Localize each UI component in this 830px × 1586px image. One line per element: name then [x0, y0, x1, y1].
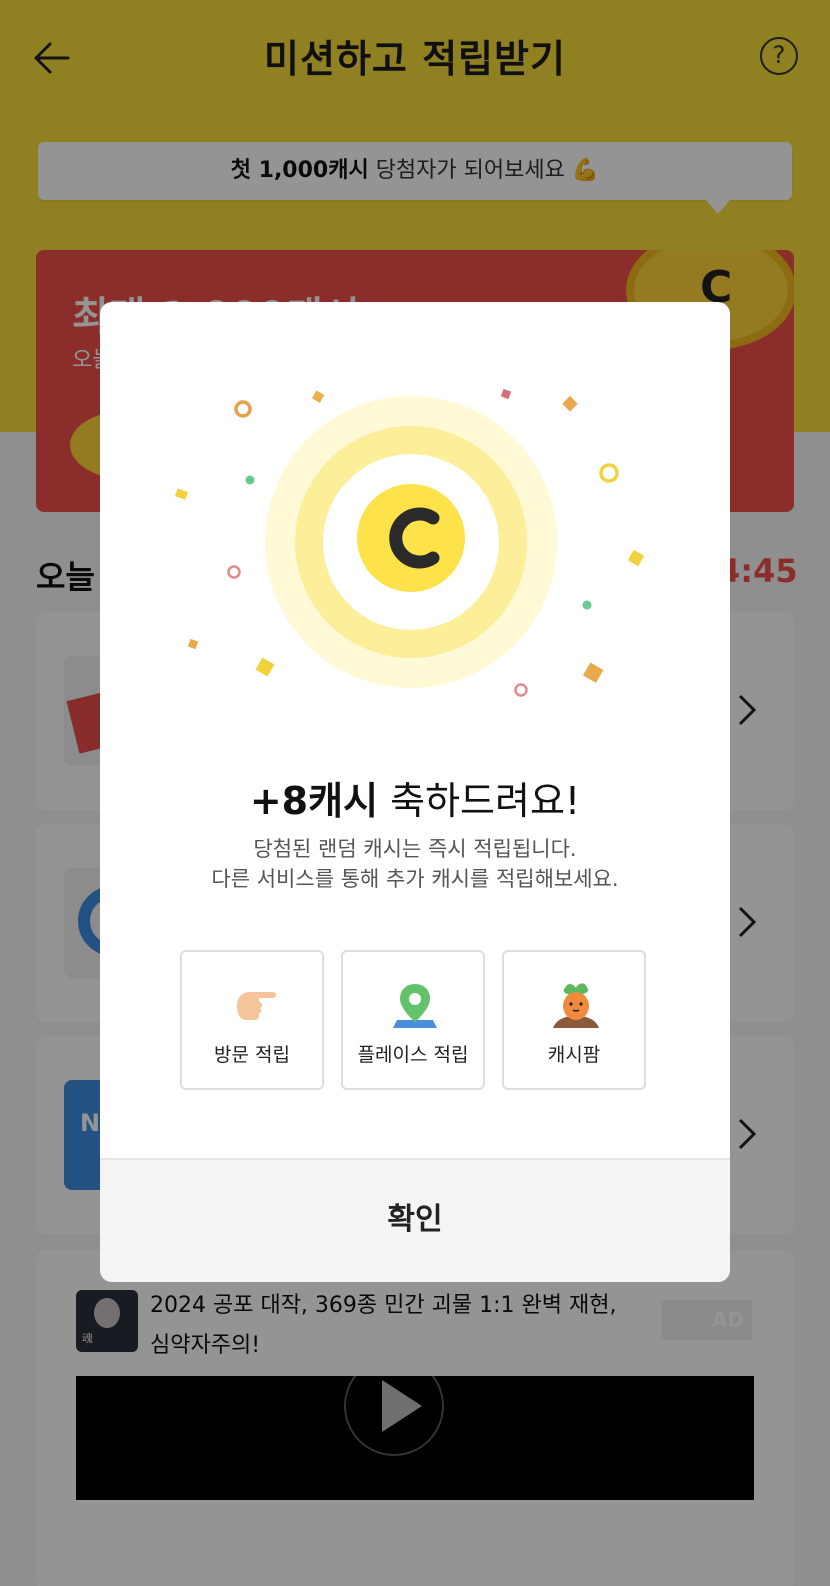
reward-congrats: 축하드려요!: [378, 779, 581, 823]
pointing-hand-icon: [237, 992, 276, 1020]
confirm-button[interactable]: 확인: [100, 1158, 730, 1282]
service-label: 캐시팜: [547, 1044, 601, 1066]
location-pin-icon: [393, 984, 437, 1028]
celebration-illustration: [174, 388, 645, 697]
description-line: 당첨된 랜덤 캐시는 즉시 적립됩니다.: [253, 837, 577, 861]
cash-farm-button[interactable]: 캐시팜: [502, 950, 646, 1090]
visit-reward-button[interactable]: 방문 적립: [180, 950, 324, 1090]
reward-amount: +8캐시: [249, 779, 379, 823]
service-buttons: 방문 적립 플레이스 적립 캐시팜: [180, 950, 652, 1090]
service-label: 방문 적립: [214, 1044, 290, 1066]
reward-title: +8캐시 축하드려요!: [100, 770, 730, 825]
carrot-character-icon: [553, 983, 599, 1028]
place-reward-button[interactable]: 플레이스 적립: [341, 950, 485, 1090]
description-line: 다른 서비스를 통해 추가 캐시를 적립해보세요.: [211, 867, 619, 891]
service-label: 플레이스 적립: [357, 1044, 469, 1066]
coin-icon: [357, 484, 465, 592]
reward-modal: +8캐시 축하드려요! 당첨된 랜덤 캐시는 즉시 적립됩니다. 다른 서비스를…: [100, 302, 730, 1282]
reward-description: 당첨된 랜덤 캐시는 즉시 적립됩니다. 다른 서비스를 통해 추가 캐시를 적…: [100, 834, 730, 894]
